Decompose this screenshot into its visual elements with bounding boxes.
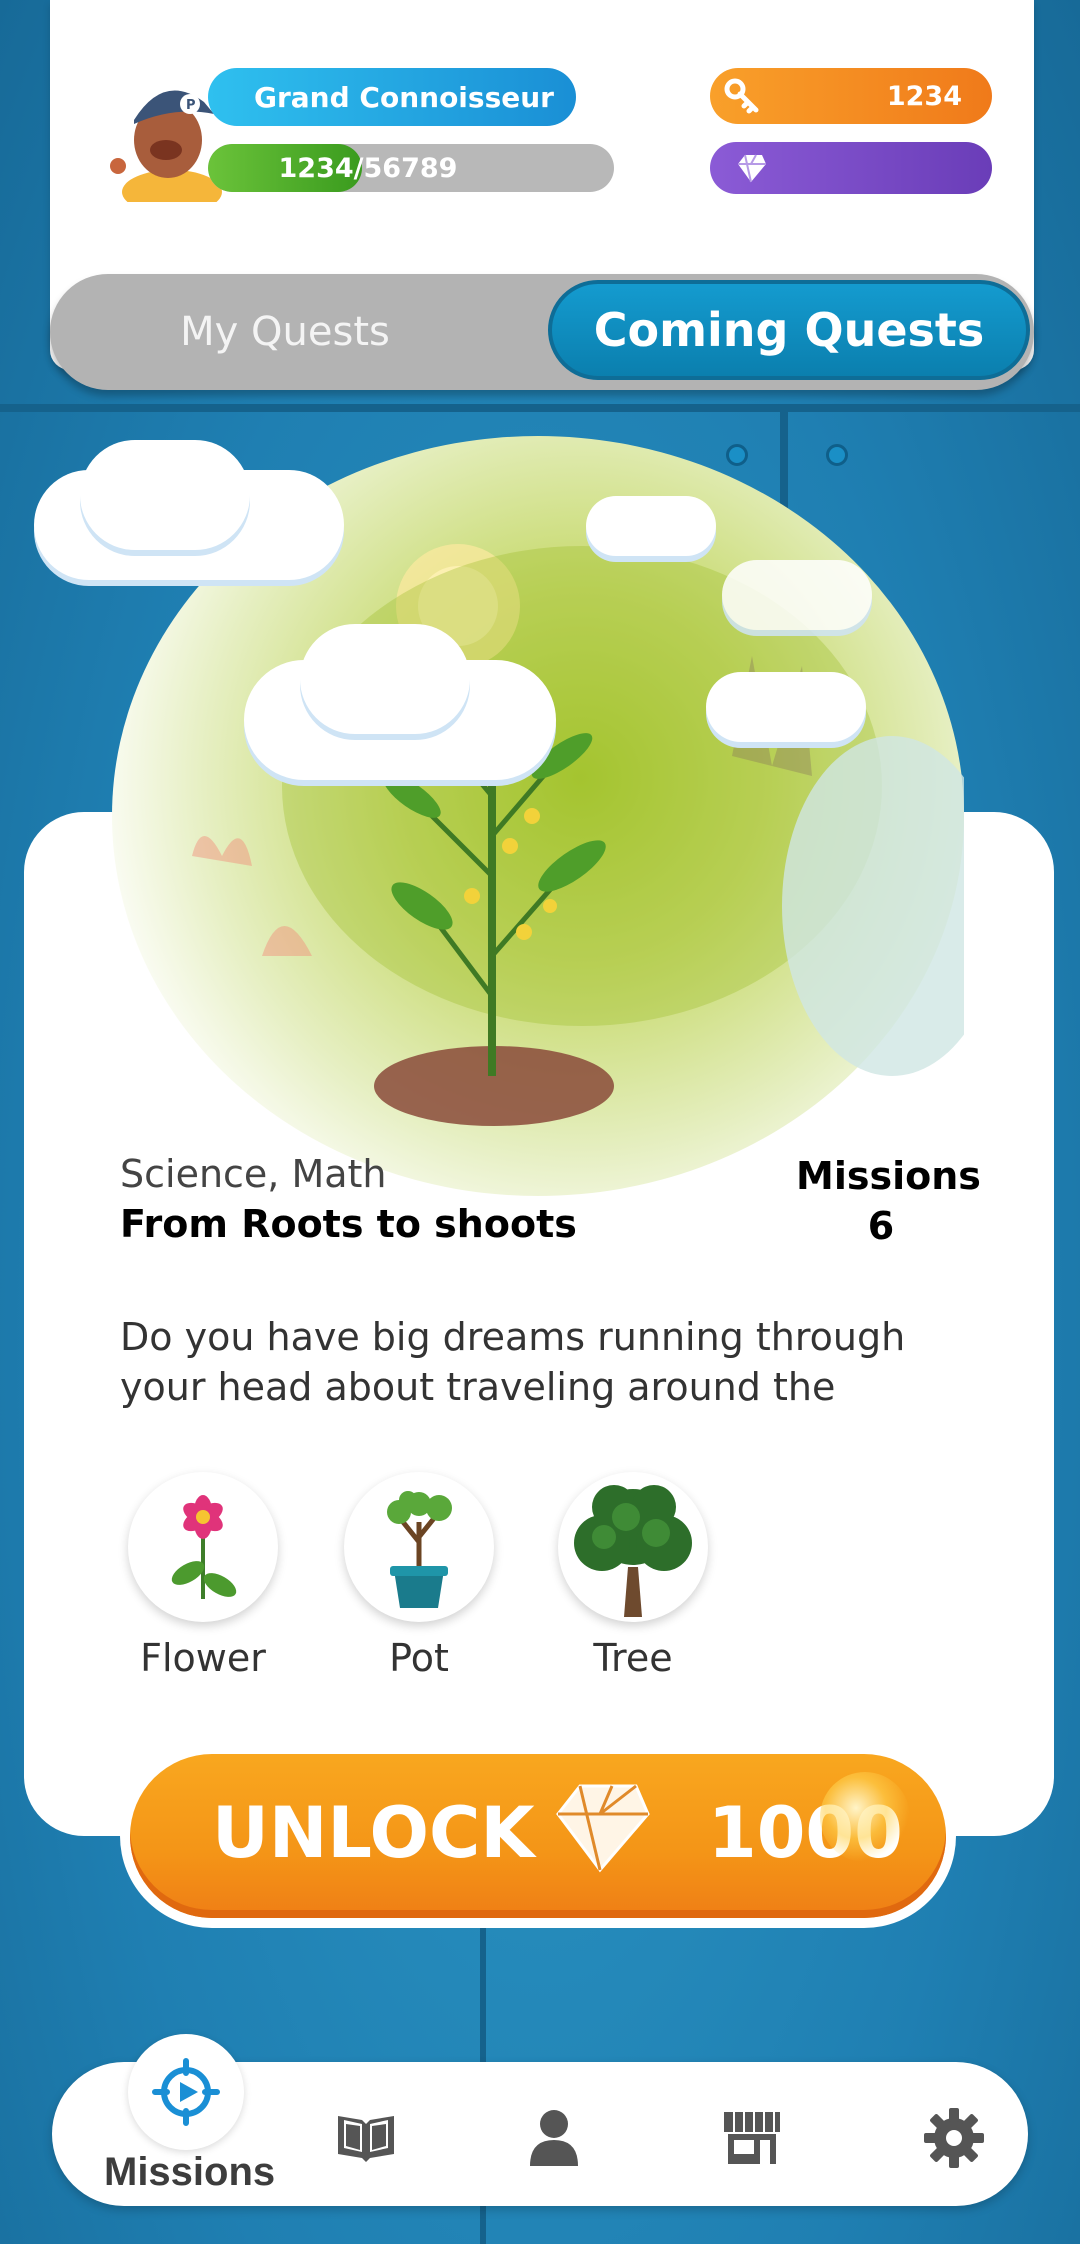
- button-shine: [820, 1772, 910, 1862]
- quest-subjects: Science, Math: [120, 1152, 387, 1196]
- description-line: your head about traveling around the: [120, 1365, 836, 1409]
- potted-tree-icon: [387, 1491, 452, 1608]
- rank-label: Grand Connoisseur: [254, 80, 554, 114]
- cloud: [300, 624, 470, 734]
- profile-header: P Grand Connoisseur 1234/56789 1234 My Q…: [50, 0, 1034, 390]
- rank-badge: Grand Connoisseur: [208, 68, 576, 126]
- profile-icon[interactable]: [522, 2106, 586, 2170]
- cloud: [80, 440, 250, 550]
- reward-badge: [558, 1472, 708, 1622]
- key-icon: [724, 78, 759, 114]
- xp-value: 1234/56789: [278, 152, 458, 184]
- tab-my-quests[interactable]: My Quests: [50, 274, 520, 390]
- bottom-nav: Missions: [52, 2034, 1028, 2206]
- book-icon[interactable]: [334, 2106, 398, 2170]
- quest-details: Science, Math From Roots to shoots Missi…: [24, 812, 1054, 1836]
- gems-counter[interactable]: [710, 142, 992, 194]
- keys-count: 1234: [886, 80, 962, 112]
- svg-text:P: P: [186, 98, 196, 113]
- reward-item[interactable]: Flower: [128, 1472, 278, 1680]
- description-line: Do you have big dreams running through: [120, 1315, 906, 1359]
- reward-badge: [128, 1472, 278, 1622]
- unlock-button[interactable]: UNLOCK 1000: [130, 1754, 946, 1918]
- quest-description: Do you have big dreams running through y…: [120, 1312, 980, 1412]
- tab-coming-quests[interactable]: Coming Quests: [548, 280, 1030, 380]
- diamond-icon: [556, 1784, 650, 1873]
- missions-label: Missions: [796, 1154, 981, 1198]
- reward-label: Flower: [140, 1636, 266, 1680]
- nav-missions-button[interactable]: [128, 2034, 244, 2150]
- gear-icon[interactable]: [922, 2106, 986, 2170]
- store-icon[interactable]: [720, 2106, 784, 2170]
- missions-count: 6: [867, 1204, 895, 1248]
- diamond-icon: [738, 154, 766, 183]
- tree-icon: [574, 1485, 692, 1617]
- flower-icon: [171, 1495, 237, 1599]
- missions-icon: [152, 2058, 220, 2126]
- keys-counter[interactable]: 1234: [710, 68, 992, 124]
- quest-tabs: My Quests Coming Quests: [50, 274, 1034, 390]
- reward-item[interactable]: Pot: [344, 1472, 494, 1680]
- unlock-button-frame: UNLOCK 1000: [120, 1744, 956, 1928]
- cloud: [706, 672, 866, 742]
- reward-badge: [344, 1472, 494, 1622]
- quest-title: From Roots to shoots: [120, 1202, 577, 1246]
- reward-label: Tree: [593, 1636, 673, 1680]
- reward-item[interactable]: Tree: [558, 1472, 708, 1680]
- cloud: [722, 560, 872, 630]
- cloud: [586, 496, 716, 556]
- nav-missions-label[interactable]: Missions: [104, 2150, 275, 2195]
- unlock-label: UNLOCK: [212, 1792, 535, 1874]
- xp-progress-bar: 1234/56789: [208, 144, 614, 192]
- panel-seam: [0, 404, 1080, 412]
- reward-label: Pot: [389, 1636, 449, 1680]
